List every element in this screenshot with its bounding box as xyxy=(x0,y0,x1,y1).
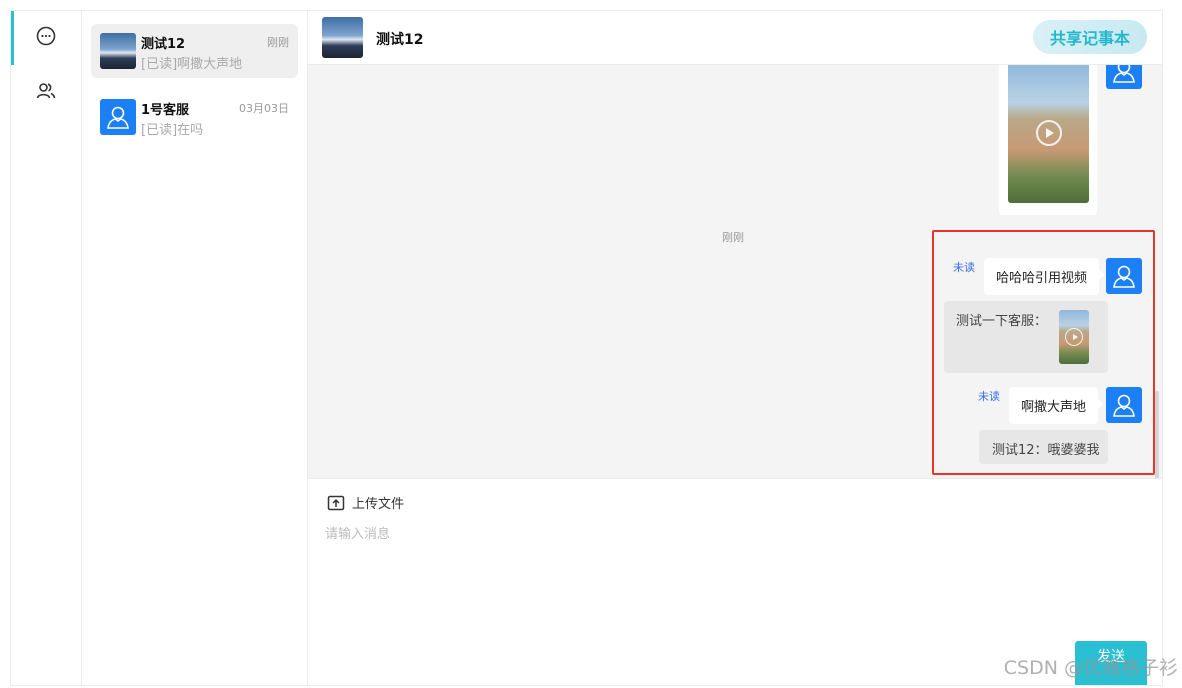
scrollbar-thumb[interactable] xyxy=(1155,391,1159,478)
play-icon[interactable] xyxy=(1035,120,1062,146)
upload-icon xyxy=(327,494,345,512)
conversation-time: 03月03日 xyxy=(239,102,289,115)
video-thumbnail[interactable] xyxy=(1008,65,1089,203)
person-avatar-icon xyxy=(1113,65,1135,83)
left-rail xyxy=(11,11,82,685)
conversation-time: 刚刚 xyxy=(267,36,289,49)
conversation-name: 1号客服 xyxy=(141,103,190,118)
chat-header-avatar xyxy=(322,17,363,58)
time-separator: 刚刚 xyxy=(722,231,744,244)
conversation-avatar xyxy=(100,33,136,69)
conversation-item[interactable]: 1号客服 03月03日 [已读]在吗 xyxy=(91,90,298,144)
highlight-box xyxy=(932,230,1155,475)
conversation-list: 测试12 刚刚 [已读]啊撒大声地 1号客服 03月03日 [已读]在吗 xyxy=(82,11,308,685)
video-message[interactable] xyxy=(999,65,1097,215)
conversation-name: 测试12 xyxy=(141,37,186,52)
chat-panel: 测试12 共享记事本 刚刚 未读 哈哈哈引用视频 测试一下客服： 未读 啊撒大声… xyxy=(308,11,1162,685)
conversation-avatar xyxy=(100,99,136,135)
shared-notebook-button[interactable]: 共享记事本 xyxy=(1033,20,1147,54)
rail-item-messages[interactable] xyxy=(11,11,81,65)
message-list[interactable]: 刚刚 未读 哈哈哈引用视频 测试一下客服： 未读 啊撒大声地 测试12：哦婆婆我 xyxy=(308,65,1162,478)
person-avatar-icon xyxy=(107,106,129,129)
chat-bubble-icon xyxy=(36,26,56,50)
chat-title: 测试12 xyxy=(376,32,424,48)
upload-file-label: 上传文件 xyxy=(352,497,405,512)
chat-header: 测试12 共享记事本 xyxy=(308,11,1162,65)
conversation-item[interactable]: 测试12 刚刚 [已读]啊撒大声地 xyxy=(91,24,298,78)
rail-item-contacts[interactable] xyxy=(11,66,81,120)
conversation-preview: [已读]在吗 xyxy=(141,123,204,138)
upload-file-button[interactable]: 上传文件 xyxy=(327,493,404,512)
contacts-icon xyxy=(36,81,56,105)
watermark: CSDN @优雅格子衫 xyxy=(1003,657,1178,679)
chat-app: 测试12 刚刚 [已读]啊撒大声地 1号客服 03月03日 [已读]在吗 测试1… xyxy=(10,10,1163,686)
conversation-preview: [已读]啊撒大声地 xyxy=(141,57,243,72)
message-avatar xyxy=(1106,65,1142,89)
message-input[interactable] xyxy=(325,523,1145,633)
